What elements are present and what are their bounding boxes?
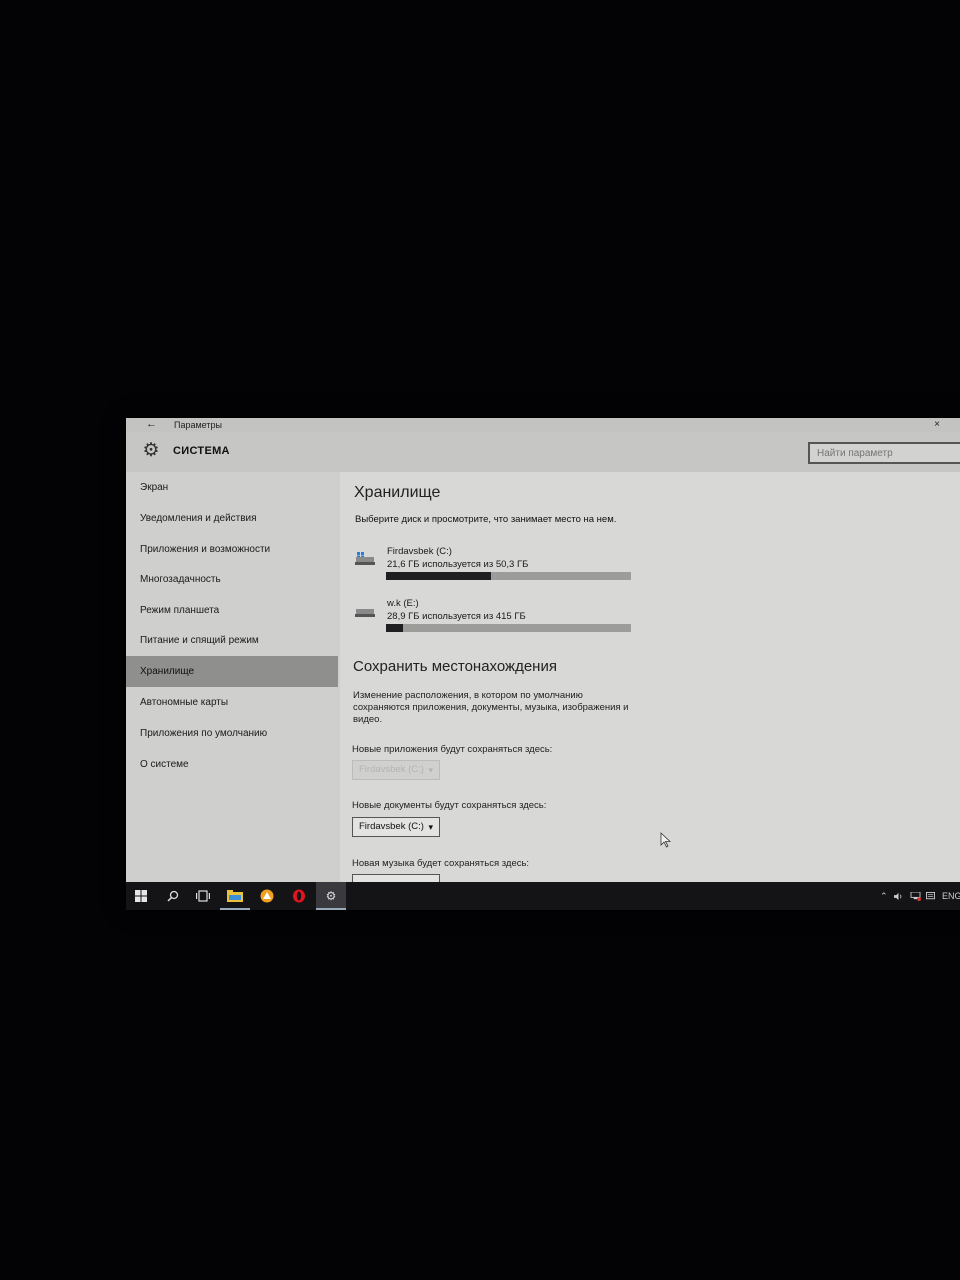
sidebar-item-multitasking[interactable]: Многозадачность (126, 564, 338, 595)
page-subtitle: Выберите диск и просмотрите, что занимае… (355, 514, 617, 525)
folder-icon (227, 890, 243, 902)
task-view-icon (196, 890, 210, 902)
settings-button[interactable]: ⚙ (316, 882, 346, 910)
sidebar-item-power[interactable]: Питание и спящий режим (126, 625, 338, 656)
title-bar: ← Параметры × (126, 418, 960, 432)
search-icon (167, 890, 179, 902)
music-location-label: Новая музыка будет сохраняться здесь: (352, 858, 530, 869)
drive-e[interactable]: w.k (E:) 28,9 ГБ используется из 415 ГБ (354, 598, 644, 644)
show-hidden-icons-button[interactable]: ⌃ (880, 882, 888, 910)
save-locations-description: Изменение расположения, в котором по умо… (353, 690, 629, 725)
sidebar-item-notifications[interactable]: Уведомления и действия (126, 503, 338, 534)
gear-icon: ⚙ (142, 440, 160, 461)
sidebar-item-about[interactable]: О системе (126, 749, 338, 780)
mouse-cursor-icon (660, 832, 672, 848)
sidebar: Экран Уведомления и действия Приложения … (126, 472, 340, 882)
save-locations-title: Сохранить местонахождения (353, 658, 557, 675)
sidebar-item-tablet-mode[interactable]: Режим планшета (126, 595, 338, 626)
sidebar-item-offline-maps[interactable]: Автономные карты (126, 687, 338, 718)
drive-c[interactable]: Firdavsbek (C:) 21,6 ГБ используется из … (354, 546, 644, 592)
volume-button[interactable] (894, 882, 903, 910)
sidebar-item-display[interactable]: Экран (126, 472, 338, 503)
usage-bar-fill (386, 572, 492, 580)
back-button[interactable]: ← (146, 418, 157, 430)
chevron-up-icon: ⌃ (880, 891, 888, 901)
gear-icon: ⚙ (325, 889, 337, 903)
page-title: Хранилище (354, 484, 441, 501)
windows-logo-icon (135, 890, 147, 902)
settings-header: ⚙ СИСТЕМА (126, 432, 960, 472)
apps-location-dropdown: Firdavsbek (C:) ▾ (352, 760, 440, 780)
input-language-button[interactable]: ENG (942, 882, 960, 910)
drive-name: w.k (E:) (387, 598, 419, 609)
notification-icon (926, 892, 935, 900)
window-title: Параметры (174, 420, 222, 430)
sidebar-item-storage[interactable]: Хранилище (126, 656, 338, 687)
monitor-screen: ← Параметры × ⚙ СИСТЕМА Экран Уведомлени… (126, 418, 960, 910)
task-view-button[interactable] (188, 882, 218, 910)
usage-bar (386, 624, 631, 632)
search-input[interactable] (808, 442, 960, 464)
opera-icon (293, 889, 305, 903)
action-center-button[interactable] (926, 882, 935, 910)
triangle-app-icon (260, 889, 274, 903)
close-button[interactable]: × (934, 419, 940, 430)
docs-location-label: Новые документы будут сохраняться здесь: (352, 800, 547, 811)
drive-icon (355, 609, 375, 617)
sidebar-item-apps[interactable]: Приложения и возможности (126, 534, 338, 565)
storage-content: Хранилище Выберите диск и просмотрите, ч… (340, 472, 960, 884)
drive-usage: 28,9 ГБ используется из 415 ГБ (387, 611, 526, 622)
usage-bar (386, 572, 631, 580)
section-title: СИСТЕМА (173, 445, 230, 457)
opera-button[interactable] (284, 882, 314, 910)
file-explorer-button[interactable] (220, 882, 250, 910)
dropdown-value: Firdavsbek (C:) (359, 821, 424, 832)
usage-bar-fill (386, 624, 404, 632)
drive-name: Firdavsbek (C:) (387, 546, 452, 557)
apps-location-label: Новые приложения будут сохраняться здесь… (352, 744, 553, 755)
volume-icon (894, 892, 902, 901)
windows-drive-icon (355, 552, 375, 565)
chevron-down-icon: ▾ (428, 822, 433, 832)
search-button[interactable] (158, 882, 188, 910)
network-button[interactable] (910, 882, 921, 910)
chevron-down-icon: ▾ (428, 765, 433, 775)
taskbar: ⚙ ⌃ ENG (126, 882, 960, 910)
network-icon (910, 891, 921, 901)
drive-usage: 21,6 ГБ используется из 50,3 ГБ (387, 559, 529, 570)
docs-location-dropdown[interactable]: Firdavsbek (C:) ▾ (352, 817, 440, 837)
sidebar-item-default-apps[interactable]: Приложения по умолчанию (126, 718, 338, 749)
app-button[interactable] (252, 882, 282, 910)
start-button[interactable] (126, 882, 156, 910)
dropdown-value: Firdavsbek (C:) (359, 764, 424, 775)
